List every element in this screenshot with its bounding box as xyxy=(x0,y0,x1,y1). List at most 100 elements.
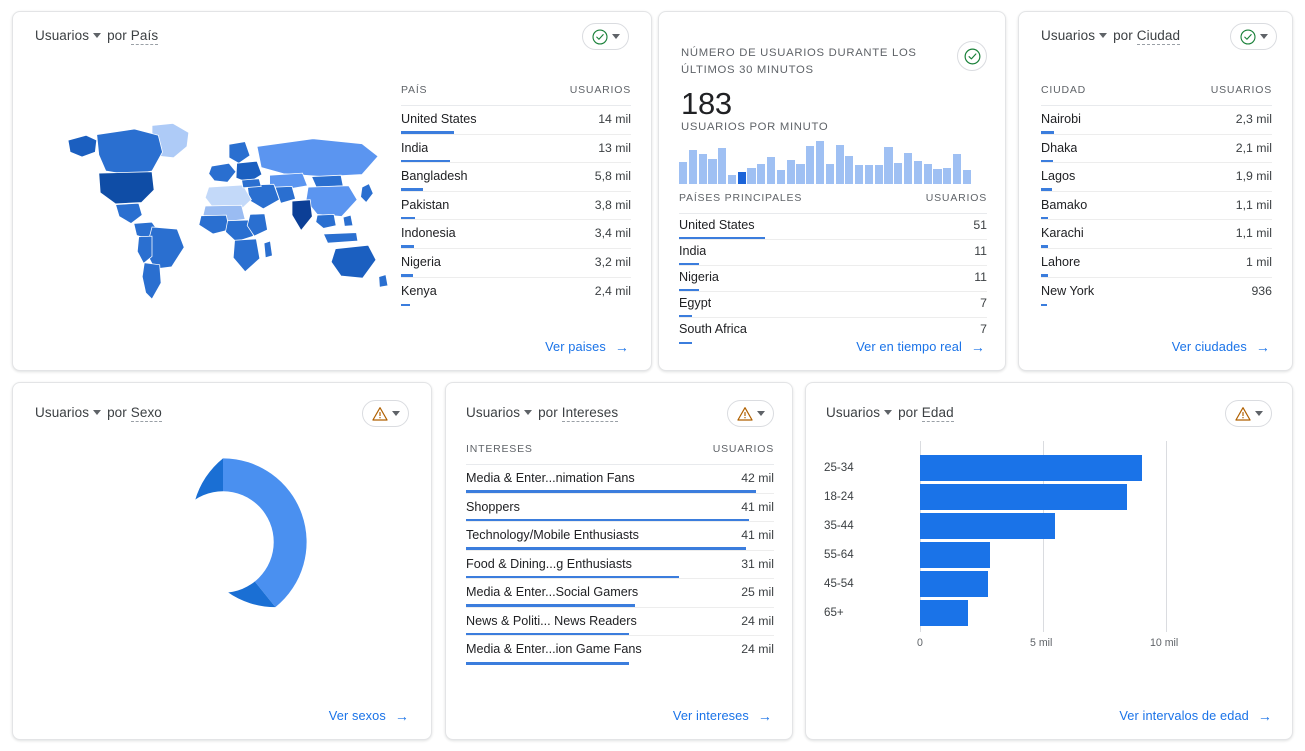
world-map[interactable] xyxy=(47,112,397,307)
card-title: Usuarios por Edad xyxy=(826,405,954,422)
row-bar xyxy=(679,341,692,344)
row-bar xyxy=(679,236,766,239)
realtime-sparkline[interactable] xyxy=(679,140,987,184)
table-row[interactable]: Media & Enter...ion Game Fans 24 mil xyxy=(466,636,774,665)
country-table: PAÍS USUARIOS United States 14 mil India… xyxy=(401,84,631,307)
metric-name[interactable]: Usuarios xyxy=(466,405,520,420)
row-bar xyxy=(1041,303,1048,307)
chevron-down-icon[interactable] xyxy=(524,409,533,415)
table-row[interactable]: Bangladesh 5,8 mil xyxy=(401,163,631,192)
chevron-down-icon[interactable] xyxy=(1099,32,1108,38)
table-row[interactable]: Bamako 1,1 mil xyxy=(1041,192,1272,221)
view-interests-link[interactable]: Ver intereses → xyxy=(673,707,772,724)
row-label: South Africa xyxy=(679,322,747,336)
dimension-name[interactable]: País xyxy=(130,28,159,45)
card-users-by-country: Usuarios por País PAÍS USUARIOS United S… xyxy=(12,11,652,371)
status-badge-interests[interactable] xyxy=(727,400,774,427)
table-row[interactable]: Nairobi 2,3 mil xyxy=(1041,106,1272,135)
world-map-svg xyxy=(67,123,389,300)
table-row[interactable]: Indonesia 3,4 mil xyxy=(401,220,631,249)
col-header-dimension: CIUDAD xyxy=(1041,84,1087,96)
table-row[interactable]: Media & Enter...nimation Fans 42 mil xyxy=(466,465,774,494)
table-row[interactable]: Shoppers 41 mil xyxy=(466,494,774,522)
row-value: 3,2 mil xyxy=(594,254,631,269)
dimension-name[interactable]: Sexo xyxy=(130,405,162,422)
age-label: 65+ xyxy=(824,606,844,619)
axis-tick-0: 0 xyxy=(917,637,923,649)
table-row[interactable]: Technology/Mobile Enthusiasts 41 mil xyxy=(466,522,774,551)
metric-name[interactable]: Usuarios xyxy=(1041,28,1095,43)
gridline-10mil xyxy=(1166,441,1167,632)
table-row[interactable]: Media & Enter...Social Gamers 25 mil xyxy=(466,579,774,608)
row-bar xyxy=(466,490,756,493)
metric-name[interactable]: Usuarios xyxy=(35,405,89,420)
row-label: Bamako xyxy=(1041,197,1088,212)
link-label: Ver sexos xyxy=(328,708,386,723)
chevron-down-icon[interactable] xyxy=(93,409,102,415)
table-row[interactable]: Nigeria 11 xyxy=(679,266,987,292)
chevron-down-icon[interactable] xyxy=(884,409,893,415)
view-realtime-link[interactable]: Ver en tiempo real → xyxy=(856,338,985,355)
age-bar xyxy=(920,571,988,597)
table-row[interactable]: Pakistan 3,8 mil xyxy=(401,192,631,221)
chevron-down-icon[interactable] xyxy=(392,411,400,416)
age-bar xyxy=(920,542,990,568)
realtime-heading-line2: 30 MINUTOS xyxy=(739,64,814,76)
chevron-down-icon[interactable] xyxy=(93,32,102,38)
link-label: Ver paises xyxy=(545,339,606,354)
card-header: Usuarios por Edad xyxy=(806,383,1292,435)
view-genders-link[interactable]: Ver sexos → xyxy=(328,707,409,724)
dimension-name[interactable]: Intereses xyxy=(561,405,619,422)
view-age-ranges-link[interactable]: Ver intervalos de edad → xyxy=(1119,707,1272,724)
view-cities-link[interactable]: Ver ciudades → xyxy=(1172,338,1270,355)
row-label: India xyxy=(679,244,707,258)
age-bar-chart[interactable]: 25-34 18-24 35-44 55-64 45-54 65+ 0 5 mi… xyxy=(824,441,1276,671)
dimension-name[interactable]: Ciudad xyxy=(1136,28,1181,45)
table-row[interactable]: Karachi 1,1 mil xyxy=(1041,220,1272,249)
table-row[interactable]: Nigeria 3,2 mil xyxy=(401,249,631,278)
metric-name[interactable]: Usuarios xyxy=(35,28,89,43)
row-bar xyxy=(679,262,700,265)
table-row[interactable]: Egypt 7 xyxy=(679,292,987,318)
status-badge-city[interactable] xyxy=(1230,23,1277,50)
status-badge-gender[interactable] xyxy=(362,400,409,427)
realtime-value-caption: USUARIOS POR MINUTO xyxy=(681,121,829,133)
table-row[interactable]: United States 14 mil xyxy=(401,106,631,135)
table-row[interactable]: Food & Dining...g Enthusiasts 31 mil xyxy=(466,551,774,579)
row-bar xyxy=(401,188,423,191)
chevron-down-icon[interactable] xyxy=(1255,411,1263,416)
age-bar xyxy=(920,484,1127,510)
table-row[interactable]: Lahore 1 mil xyxy=(1041,249,1272,278)
metric-name[interactable]: Usuarios xyxy=(826,405,880,420)
dimension-name[interactable]: Edad xyxy=(921,405,954,422)
status-badge-country[interactable] xyxy=(582,23,629,50)
table-row[interactable]: India 13 mil xyxy=(401,135,631,164)
row-value: 24 mil xyxy=(741,642,774,656)
chevron-down-icon[interactable] xyxy=(757,411,765,416)
arrow-right-icon: → xyxy=(614,339,629,355)
row-label: News & Politi... News Readers xyxy=(466,613,637,628)
card-header: Usuarios por País xyxy=(13,12,651,64)
table-row[interactable]: News & Politi... News Readers 24 mil xyxy=(466,608,774,636)
view-countries-link[interactable]: Ver paises → xyxy=(545,338,629,355)
check-circle-icon xyxy=(964,48,980,64)
row-value: 936 xyxy=(1251,283,1272,298)
row-value: 2,1 mil xyxy=(1235,140,1272,155)
row-value: 7 xyxy=(980,296,987,310)
warning-triangle-icon xyxy=(737,406,753,421)
table-row[interactable]: Kenya 2,4 mil xyxy=(401,278,631,307)
status-badge-realtime[interactable] xyxy=(957,41,987,71)
table-row[interactable]: Dhaka 2,1 mil xyxy=(1041,135,1272,164)
row-bar xyxy=(401,159,451,163)
table-row[interactable]: New York 936 xyxy=(1041,278,1272,307)
table-row[interactable]: Lagos 1,9 mil xyxy=(1041,163,1272,192)
age-bar xyxy=(920,600,968,626)
table-header-row: CIUDAD USUARIOS xyxy=(1041,84,1272,106)
chevron-down-icon[interactable] xyxy=(612,34,620,39)
status-badge-age[interactable] xyxy=(1225,400,1272,427)
table-row[interactable]: United States 51 xyxy=(679,214,987,240)
row-bar xyxy=(466,518,750,521)
table-row[interactable]: India 11 xyxy=(679,240,987,266)
chevron-down-icon[interactable] xyxy=(1260,34,1268,39)
gender-donut-chart[interactable] xyxy=(134,453,312,631)
